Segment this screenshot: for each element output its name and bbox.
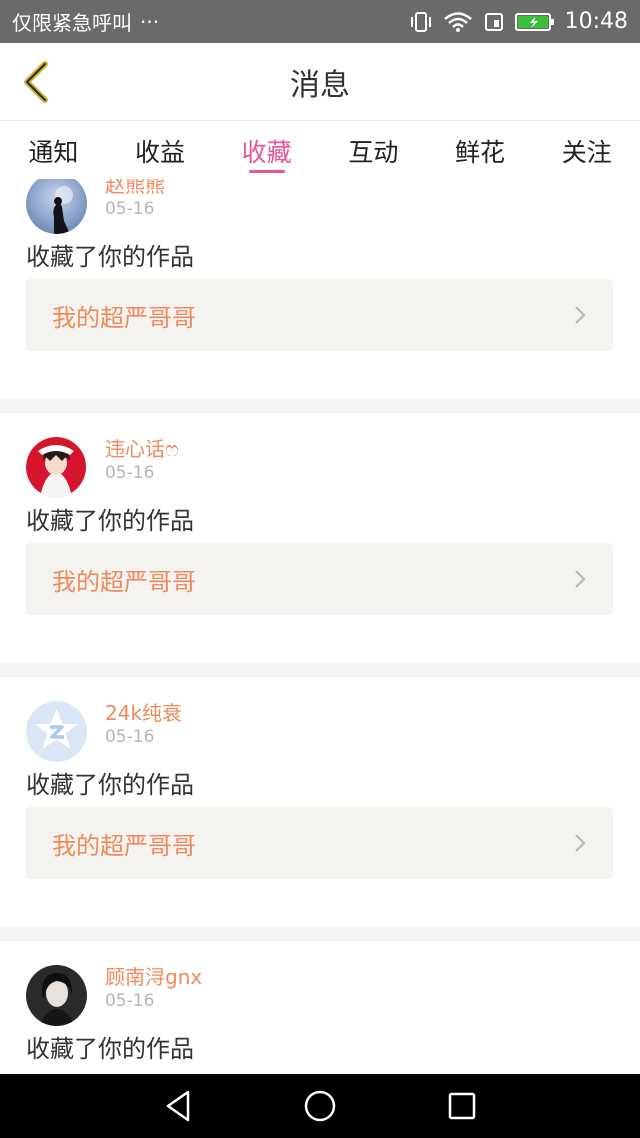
chevron-right-icon bbox=[573, 833, 587, 853]
nav-recents-button[interactable] bbox=[391, 1074, 533, 1138]
list-item: 赵熊熊 05-16 收藏了你的作品 我的超严哥哥 bbox=[0, 179, 640, 399]
avatar[interactable] bbox=[26, 437, 87, 498]
list-item: 24k纯衰 05-16 收藏了你的作品 我的超严哥哥 bbox=[0, 677, 640, 927]
sim-icon bbox=[483, 11, 505, 33]
back-button[interactable] bbox=[14, 57, 58, 107]
tab-flowers[interactable]: 鲜花 bbox=[427, 121, 534, 179]
tab-bar: 通知 收益 收藏 互动 鲜花 关注 bbox=[0, 121, 640, 179]
username[interactable]: 顾南浔gnx bbox=[105, 961, 202, 990]
action-text: 收藏了你的作品 bbox=[26, 507, 194, 535]
circle-home-icon bbox=[304, 1090, 336, 1122]
carrier-text: 仅限紧急呼叫 bbox=[12, 11, 132, 35]
status-bar: 仅限紧急呼叫 ··· 10:48 bbox=[0, 0, 640, 43]
avatar[interactable] bbox=[26, 701, 87, 762]
timestamp: 05-16 bbox=[105, 199, 155, 219]
clock: 10:48 bbox=[564, 9, 628, 34]
wifi-icon bbox=[443, 11, 473, 33]
work-link[interactable]: 我的超严哥哥 bbox=[26, 807, 613, 879]
vibrate-icon bbox=[409, 11, 433, 33]
timestamp: 05-16 bbox=[105, 727, 155, 747]
username[interactable]: 24k纯衰 bbox=[105, 697, 182, 726]
work-title: 我的超严哥哥 bbox=[52, 567, 196, 596]
chevron-right-icon bbox=[573, 305, 587, 325]
message-list[interactable]: 赵熊熊 05-16 收藏了你的作品 我的超严哥哥 违心话ෆ 05-16 收藏了你… bbox=[0, 179, 640, 1074]
work-title: 我的超严哥哥 bbox=[52, 831, 196, 860]
chevron-left-icon bbox=[24, 61, 48, 103]
action-text: 收藏了你的作品 bbox=[26, 1035, 194, 1063]
battery-icon bbox=[514, 11, 555, 33]
action-text: 收藏了你的作品 bbox=[26, 771, 194, 799]
status-right: 10:48 bbox=[409, 9, 628, 34]
chevron-right-icon bbox=[573, 569, 587, 589]
timestamp: 05-16 bbox=[105, 463, 155, 483]
list-item: 违心话ෆ 05-16 收藏了你的作品 我的超严哥哥 bbox=[0, 413, 640, 663]
work-link[interactable]: 我的超严哥哥 bbox=[26, 543, 613, 615]
header: 消息 bbox=[0, 43, 640, 121]
tab-favorites[interactable]: 收藏 bbox=[213, 121, 320, 179]
tab-earnings[interactable]: 收益 bbox=[107, 121, 214, 179]
nav-back-button[interactable] bbox=[107, 1074, 249, 1138]
nav-home-button[interactable] bbox=[249, 1074, 391, 1138]
timestamp: 05-16 bbox=[105, 991, 155, 1011]
more-notifications: ··· bbox=[140, 9, 160, 34]
tab-interactions[interactable]: 互动 bbox=[320, 121, 427, 179]
avatar[interactable] bbox=[26, 965, 87, 1026]
username[interactable]: 违心话ෆ bbox=[105, 433, 179, 462]
page-title: 消息 bbox=[290, 67, 350, 103]
triangle-back-icon bbox=[166, 1090, 190, 1122]
list-item: 顾南浔gnx 05-16 收藏了你的作品 bbox=[0, 941, 640, 1074]
work-link[interactable]: 我的超严哥哥 bbox=[26, 279, 613, 351]
work-title: 我的超严哥哥 bbox=[52, 303, 196, 332]
tab-notifications[interactable]: 通知 bbox=[0, 121, 107, 179]
system-nav-bar bbox=[0, 1074, 640, 1138]
square-recents-icon bbox=[448, 1092, 476, 1120]
username[interactable]: 赵熊熊 bbox=[105, 179, 165, 198]
status-left: 仅限紧急呼叫 ··· bbox=[12, 7, 409, 36]
avatar[interactable] bbox=[26, 179, 87, 234]
action-text: 收藏了你的作品 bbox=[26, 243, 194, 271]
tab-following[interactable]: 关注 bbox=[533, 121, 640, 179]
